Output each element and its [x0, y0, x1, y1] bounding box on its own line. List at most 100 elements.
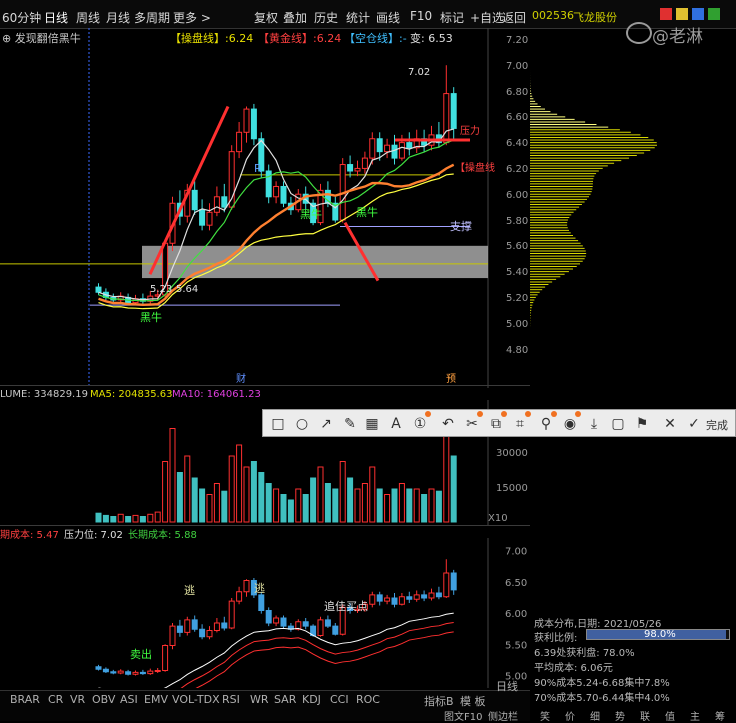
- cut-icon[interactable]: ✂: [463, 415, 481, 433]
- header-button-9[interactable]: 统计: [346, 9, 370, 26]
- copy-icon[interactable]: ⧉: [487, 415, 505, 433]
- volume-bar: [280, 494, 287, 523]
- nav-tab-4[interactable]: 联: [640, 708, 650, 723]
- header-button-10[interactable]: 画线: [376, 9, 400, 26]
- profit-value: 98.0%: [644, 629, 676, 640]
- candle-body: [398, 142, 405, 159]
- sidebar-tab[interactable]: 侧边栏: [488, 708, 518, 723]
- candle-body: [221, 196, 228, 208]
- bookmark-icon[interactable]: ⚑: [633, 415, 651, 433]
- record-icon[interactable]: ◉: [561, 415, 579, 433]
- header-button-14[interactable]: 返回: [502, 9, 526, 26]
- candle-body: [206, 211, 213, 226]
- candle-body: [243, 108, 250, 133]
- volume-bar: [287, 499, 294, 523]
- lower-candle: [132, 671, 139, 675]
- lower-candle: [139, 671, 146, 675]
- price-tick-4: 6.40: [506, 138, 529, 150]
- circle-icon[interactable]: ○: [293, 415, 311, 433]
- volume-bar: [169, 428, 176, 523]
- check-icon[interactable]: ✓: [685, 415, 703, 433]
- rect-icon[interactable]: □: [269, 415, 287, 433]
- header-button-13[interactable]: +自选: [470, 9, 504, 26]
- header-button-0[interactable]: 60分钟: [2, 9, 41, 26]
- nav-tab-5[interactable]: 值: [665, 708, 675, 723]
- tab-obv[interactable]: OBV: [92, 693, 115, 706]
- tab-vol-tdx[interactable]: VOL-TDX: [172, 693, 220, 706]
- header-button-3[interactable]: 月线: [106, 9, 130, 26]
- done-label[interactable]: 完成: [706, 417, 728, 433]
- tab-cr[interactable]: CR: [48, 693, 63, 706]
- mosaic-icon[interactable]: ▦: [363, 415, 381, 433]
- nav-tab-3[interactable]: 势: [615, 708, 625, 723]
- tab-cci[interactable]: CCI: [330, 693, 349, 706]
- tab-emv[interactable]: EMV: [144, 693, 168, 706]
- lower-candle: [443, 572, 450, 598]
- header-button-6[interactable]: 复权: [254, 9, 278, 26]
- volume-bar: [295, 488, 302, 523]
- stock-code: 002536: [532, 9, 574, 22]
- pen-icon[interactable]: ✎: [341, 415, 359, 433]
- tab-wr[interactable]: WR: [250, 693, 269, 706]
- nav-tab-0[interactable]: 笑: [540, 708, 550, 723]
- text-icon[interactable]: A: [387, 415, 405, 433]
- close-icon[interactable]: ✕: [661, 415, 679, 433]
- header-button-8[interactable]: 历史: [314, 9, 338, 26]
- volume-bar: [110, 516, 117, 523]
- tuwen-tab[interactable]: 图文F10: [444, 708, 482, 723]
- nav-tab-7[interactable]: 筹: [715, 708, 725, 723]
- header-button-2[interactable]: 周线: [76, 9, 100, 26]
- nav-tab-2[interactable]: 细: [590, 708, 600, 723]
- chat-icon[interactable]: [692, 8, 704, 20]
- volume-bar: [191, 477, 198, 523]
- r-mark: R: [254, 162, 262, 175]
- header-button-12[interactable]: 标记: [440, 9, 464, 26]
- lower-candle: [428, 592, 435, 599]
- grid-icon[interactable]: [708, 8, 720, 20]
- header-button-5[interactable]: 更多 >: [173, 9, 211, 26]
- tab-rsi[interactable]: RSI: [222, 693, 240, 706]
- volume-bar: [236, 444, 243, 523]
- arrow-icon[interactable]: [676, 8, 688, 20]
- zhibiao-button[interactable]: 指标B: [424, 693, 454, 709]
- volume-bar: [147, 513, 154, 523]
- tab-asi[interactable]: ASI: [120, 693, 138, 706]
- lower-candle: [125, 671, 132, 675]
- flag-icon[interactable]: [660, 8, 672, 20]
- price-tick-9: 5.40: [506, 267, 529, 279]
- candle-body: [354, 167, 361, 172]
- lower-candle: [199, 628, 206, 638]
- save-icon[interactable]: ▢: [609, 415, 627, 433]
- lower-candle: [102, 668, 109, 673]
- header-button-7[interactable]: 叠加: [283, 9, 307, 26]
- nav-tab-1[interactable]: 价: [565, 708, 575, 723]
- tab-roc[interactable]: ROC: [356, 693, 380, 706]
- kline-chart[interactable]: 7.025.23 5.64黑牛黑牛 黑牛支撑【操盘线R财 预压力: [0, 28, 530, 388]
- header-button-11[interactable]: F10: [410, 9, 432, 23]
- lower-candle: [110, 671, 117, 674]
- volume-bar: [184, 455, 191, 523]
- lower-axis-3: 5.50: [505, 640, 527, 651]
- tab-vr[interactable]: VR: [70, 693, 85, 706]
- yu-marker: 预: [446, 373, 456, 385]
- number-icon[interactable]: ①: [411, 415, 429, 433]
- header-button-1[interactable]: 日线: [44, 9, 68, 26]
- tab-brar[interactable]: BRAR: [10, 693, 40, 706]
- riline-button[interactable]: 日线: [496, 678, 518, 694]
- lower-candle: [317, 619, 324, 636]
- download-icon[interactable]: ⤓: [585, 415, 603, 433]
- line-icon[interactable]: ↗: [317, 415, 335, 433]
- crop-icon[interactable]: ⌗: [511, 415, 529, 433]
- heiniu-label-3: 黑牛: [356, 205, 378, 219]
- tab-kdj[interactable]: KDJ: [302, 693, 321, 706]
- pin-icon[interactable]: ⚲: [537, 415, 555, 433]
- candle-body: [95, 286, 102, 293]
- nav-tab-6[interactable]: 主: [690, 708, 700, 723]
- moban-button[interactable]: 模 板: [460, 693, 486, 709]
- lower-axis-2: 6.00: [505, 609, 527, 620]
- tab-sar[interactable]: SAR: [274, 693, 296, 706]
- indicator-chart: 7.006.506.005.505.00逃 逃追佳买点卖出: [95, 538, 527, 688]
- header-button-4[interactable]: 多周期: [134, 9, 170, 26]
- undo-icon[interactable]: ↶: [439, 415, 457, 433]
- lower-candle: [184, 619, 191, 633]
